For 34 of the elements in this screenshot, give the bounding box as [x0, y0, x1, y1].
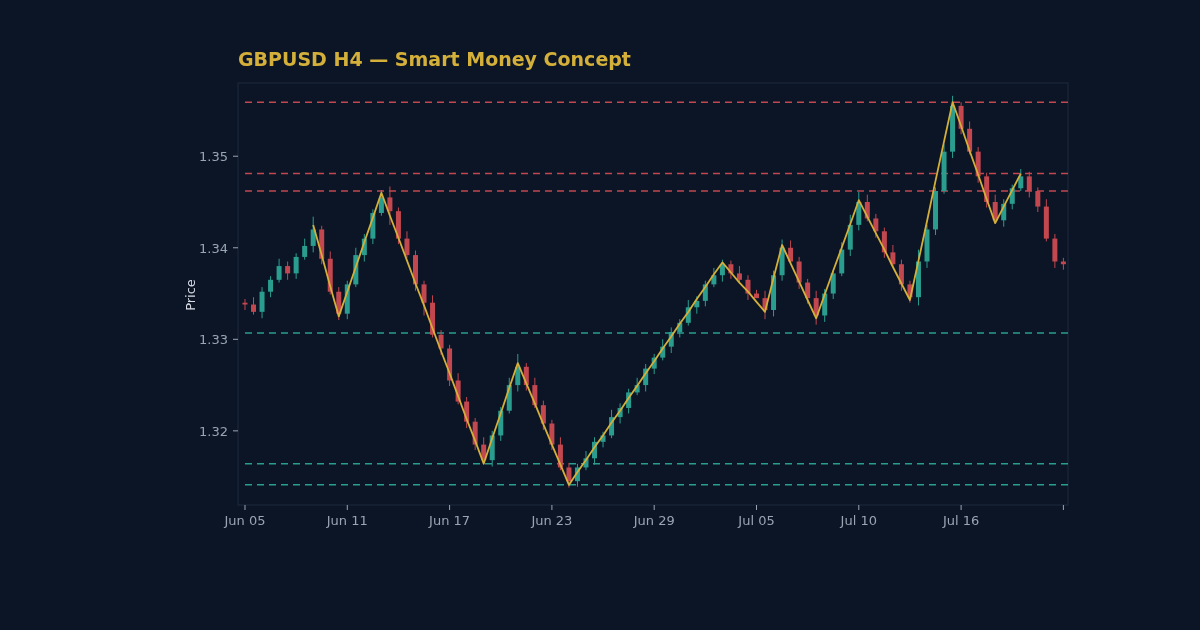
candlestick: [285, 261, 291, 281]
x-tick-label: Jul 16: [942, 513, 980, 528]
candlestick: [1052, 233, 1058, 269]
y-tick-label: 1.35: [199, 149, 228, 165]
candlestick: [566, 462, 572, 489]
y-tick-label: 1.32: [199, 423, 228, 439]
x-tick-label: Jul 10: [840, 513, 877, 528]
candlestick: [796, 256, 802, 290]
x-tick-label: Jun 29: [633, 513, 675, 528]
candlestick: [404, 230, 410, 259]
candlestick: [1018, 168, 1024, 192]
candlestick: [1035, 186, 1041, 213]
candlestick: [276, 258, 282, 284]
candlestick: [1026, 171, 1032, 198]
y-axis-label: Price: [183, 279, 198, 311]
candlestick: [890, 244, 896, 268]
candlestick: [421, 280, 427, 317]
y-tick-label: 1.34: [199, 240, 228, 256]
chart-title: GBPUSD H4 — Smart Money Concept: [238, 48, 631, 70]
candlestick: [387, 185, 393, 226]
x-tick-label: Jul 05: [738, 513, 775, 528]
y-tick-label: 1.33: [199, 332, 228, 348]
candlestick: [242, 298, 248, 311]
x-tick-label: Jun 05: [224, 513, 266, 528]
candlestick: [310, 216, 316, 253]
candlestick: [268, 275, 274, 298]
candlestick: [378, 189, 384, 217]
candlestick: [302, 238, 308, 261]
x-tick-label: Jun 23: [531, 513, 573, 528]
candlestick: [540, 400, 546, 431]
candlestick: [259, 286, 265, 319]
x-tick-label: Jun 11: [326, 513, 368, 528]
x-tick-label: Jun 17: [429, 513, 471, 528]
candlestick: [293, 252, 299, 280]
